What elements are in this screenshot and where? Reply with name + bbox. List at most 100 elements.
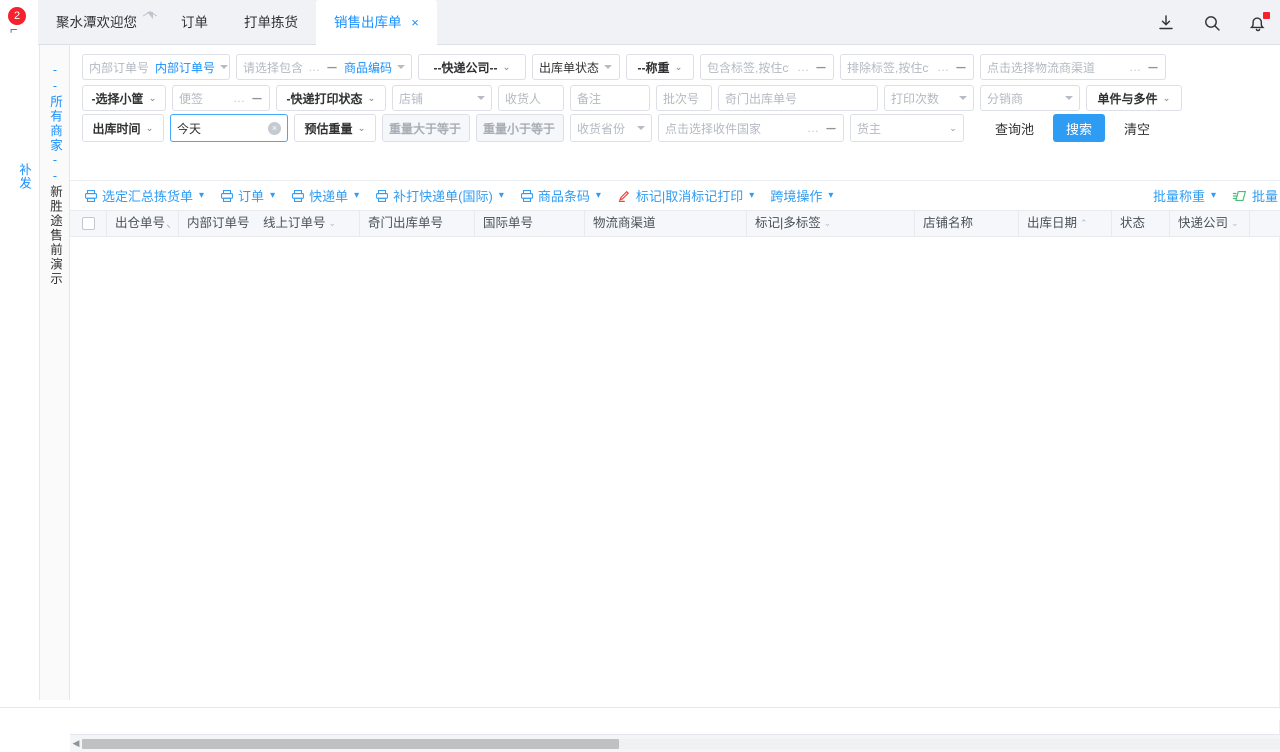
tab-orders[interactable]: 订单 xyxy=(163,0,226,45)
weighing-select[interactable]: --称重 ⌄ xyxy=(626,54,694,80)
reprint-express-intl-button[interactable]: 补打快递单(国际) ▾ xyxy=(375,186,504,205)
batch-no-input[interactable]: 批次号 xyxy=(656,85,712,111)
col-online-order-no[interactable]: 线上订单号 ⌄ xyxy=(255,210,360,237)
filter-area: 内部订单号 内部订单号 请选择包含商品 … － 商品编码 --快递公司-- ⌄ … xyxy=(70,45,1280,142)
col-outbound-date[interactable]: 出库日期 ⌃ xyxy=(1019,210,1112,237)
scrollbar-track[interactable] xyxy=(82,738,1280,749)
clear-icon[interactable]: × xyxy=(268,121,281,135)
logistics-channel-placeholder: 点击选择物流商渠道 xyxy=(987,60,1096,75)
date-value-input[interactable]: 今天 × xyxy=(170,114,288,142)
note-input[interactable]: 便签 … － xyxy=(172,85,270,111)
tab-welcome[interactable]: 聚水潭欢迎您 xyxy=(38,0,163,45)
receiver-input[interactable]: 收货人 xyxy=(498,85,564,111)
chevron-down-icon[interactable] xyxy=(220,65,229,69)
horizontal-scrollbar[interactable]: ◀ xyxy=(70,734,1280,752)
shop-value: 店铺 xyxy=(399,91,424,106)
estimated-weight-select[interactable]: 预估重量 ⌄ xyxy=(294,114,376,142)
selected-summary-pick-list-label: 选定汇总拣货单 xyxy=(102,189,194,204)
merchant-selector[interactable]: --所有商家-- xyxy=(40,63,70,185)
outbound-status-select[interactable]: 出库单状态 xyxy=(532,54,620,80)
select-basket-select[interactable]: -选择小筐 ⌄ xyxy=(82,85,166,111)
print-count-select[interactable]: 打印次数 xyxy=(884,85,974,111)
logistics-channel-input[interactable]: 点击选择物流商渠道 … － xyxy=(980,54,1166,80)
col-express-company[interactable]: 快递公司 ⌄ xyxy=(1170,210,1250,237)
remove-icon[interactable]: － xyxy=(955,59,967,76)
col-mark-multi-tag[interactable]: 标记|多标签 ⌄ xyxy=(747,210,915,237)
remark-input[interactable]: 备注 xyxy=(570,85,650,111)
more-dots-icon[interactable]: … xyxy=(1125,60,1142,74)
search-button[interactable]: 搜索 xyxy=(1053,114,1106,142)
left-rail-label[interactable]: 补发 xyxy=(6,163,34,190)
qimen-outbound-no-input[interactable]: 奇门出库单号 xyxy=(718,85,878,111)
order-print-button[interactable]: 订单 ▾ xyxy=(220,186,275,205)
chevron-down-icon[interactable]: ⌄ xyxy=(824,210,832,237)
chevron-down-icon[interactable]: ⌄ xyxy=(1231,210,1239,237)
express-print-status-select[interactable]: -快递打印状态 ⌄ xyxy=(276,85,386,111)
include-tags-input[interactable]: 包含标签,按住ctrl … － xyxy=(700,54,834,80)
express-sheet-button[interactable]: 快递单 ▾ xyxy=(291,186,359,205)
remove-icon[interactable]: － xyxy=(825,120,837,137)
col-qimen-outbound-no[interactable]: 奇门出库单号 xyxy=(360,210,475,237)
select-all-checkbox[interactable] xyxy=(70,210,107,237)
checkbox-box-icon xyxy=(81,217,95,230)
tab-print-pick[interactable]: 打单拣货 xyxy=(226,0,316,45)
chevron-down-icon xyxy=(959,96,967,100)
more-dots-icon[interactable]: … xyxy=(304,60,321,74)
more-dots-icon[interactable]: … xyxy=(933,60,950,74)
tab-sales-outbound[interactable]: 销售出库单 × xyxy=(316,0,437,45)
clear-button[interactable]: 清空 xyxy=(1111,114,1163,142)
outbound-time-select[interactable]: 出库时间 ⌄ xyxy=(82,114,164,142)
tab-close-icon[interactable]: × xyxy=(411,15,419,30)
batch-button[interactable]: 批量 xyxy=(1232,186,1278,205)
sidebar-collapse-handle[interactable]: ⌐ xyxy=(10,23,24,36)
contains-product-input[interactable]: 请选择包含商品 … － 商品编码 xyxy=(236,54,412,80)
chevron-down-icon[interactable]: ⌄ xyxy=(329,210,337,237)
col-logistics-channel[interactable]: 物流商渠道 xyxy=(585,210,747,237)
col-shop-name-label: 店铺名称 xyxy=(923,216,974,230)
more-dots-icon[interactable]: … xyxy=(229,91,246,105)
col-outbound-no[interactable]: 出仓单号 、 xyxy=(107,210,179,237)
receiver-province-select[interactable]: 收货省份 xyxy=(570,114,652,142)
chevron-down-icon[interactable] xyxy=(397,65,405,69)
scroll-left-arrow-icon[interactable]: ◀ xyxy=(70,738,82,749)
col-status[interactable]: 状态 xyxy=(1112,210,1170,237)
bell-icon[interactable] xyxy=(1248,11,1270,33)
cross-border-ops-button[interactable]: 跨境操作 ▾ xyxy=(770,186,833,205)
product-code-link[interactable]: 商品编码 xyxy=(338,59,392,76)
remove-icon[interactable]: － xyxy=(251,90,263,107)
pen-icon xyxy=(617,188,632,203)
remove-icon[interactable]: － xyxy=(326,59,338,76)
download-icon[interactable] xyxy=(1156,13,1176,33)
more-dots-icon[interactable]: … xyxy=(793,60,810,74)
single-or-multi-select[interactable]: 单件与多件 ⌄ xyxy=(1086,85,1182,111)
express-company-select[interactable]: --快递公司-- ⌄ xyxy=(418,54,526,80)
weight-gte-input[interactable]: 重量大于等于 xyxy=(382,114,470,142)
more-dots-icon[interactable]: … xyxy=(803,121,820,135)
exclude-tags-input[interactable]: 排除标签,按住ctr … － xyxy=(840,54,974,80)
search-icon[interactable] xyxy=(1202,13,1222,33)
owner-select[interactable]: 货主 ⌄ xyxy=(850,114,964,142)
batch-weigh-button[interactable]: 批量称重 ▾ xyxy=(1153,186,1216,205)
left-rail: 补发 xyxy=(0,45,40,700)
tab-welcome-label: 聚水潭欢迎您 xyxy=(56,15,137,30)
mark-unmark-print-button[interactable]: 标记|取消标记打印 ▾ xyxy=(617,186,754,205)
internal-order-no-link[interactable]: 内部订单号 xyxy=(149,59,215,76)
receiver-country-input[interactable]: 点击选择收件国家 … － xyxy=(658,114,844,142)
weight-lte-input[interactable]: 重量小于等于 xyxy=(476,114,564,142)
remove-icon[interactable]: － xyxy=(1147,59,1159,76)
remove-icon[interactable]: － xyxy=(815,59,827,76)
internal-order-no-input[interactable]: 内部订单号 内部订单号 xyxy=(82,54,230,80)
col-intl-waybill-no-label: 国际单号 xyxy=(483,216,534,230)
include-tags-placeholder: 包含标签,按住ctrl xyxy=(707,60,789,75)
col-intl-waybill-no[interactable]: 国际单号 xyxy=(475,210,585,237)
selected-summary-pick-list-button[interactable]: 选定汇总拣货单 ▾ xyxy=(84,186,204,205)
query-pool-button[interactable]: 查询池 xyxy=(982,114,1047,142)
shop-select[interactable]: 店铺 xyxy=(392,85,492,111)
chevron-up-icon[interactable]: ⌃ xyxy=(1080,210,1088,237)
distributor-select[interactable]: 分销商 xyxy=(980,85,1080,111)
product-barcode-button[interactable]: 商品条码 ▾ xyxy=(520,186,601,205)
exclude-tags-placeholder: 排除标签,按住ctr xyxy=(847,60,929,75)
col-internal-order-no[interactable]: 内部订单号 xyxy=(179,210,255,237)
scrollbar-thumb[interactable] xyxy=(82,738,619,749)
col-shop-name[interactable]: 店铺名称 xyxy=(915,210,1019,237)
